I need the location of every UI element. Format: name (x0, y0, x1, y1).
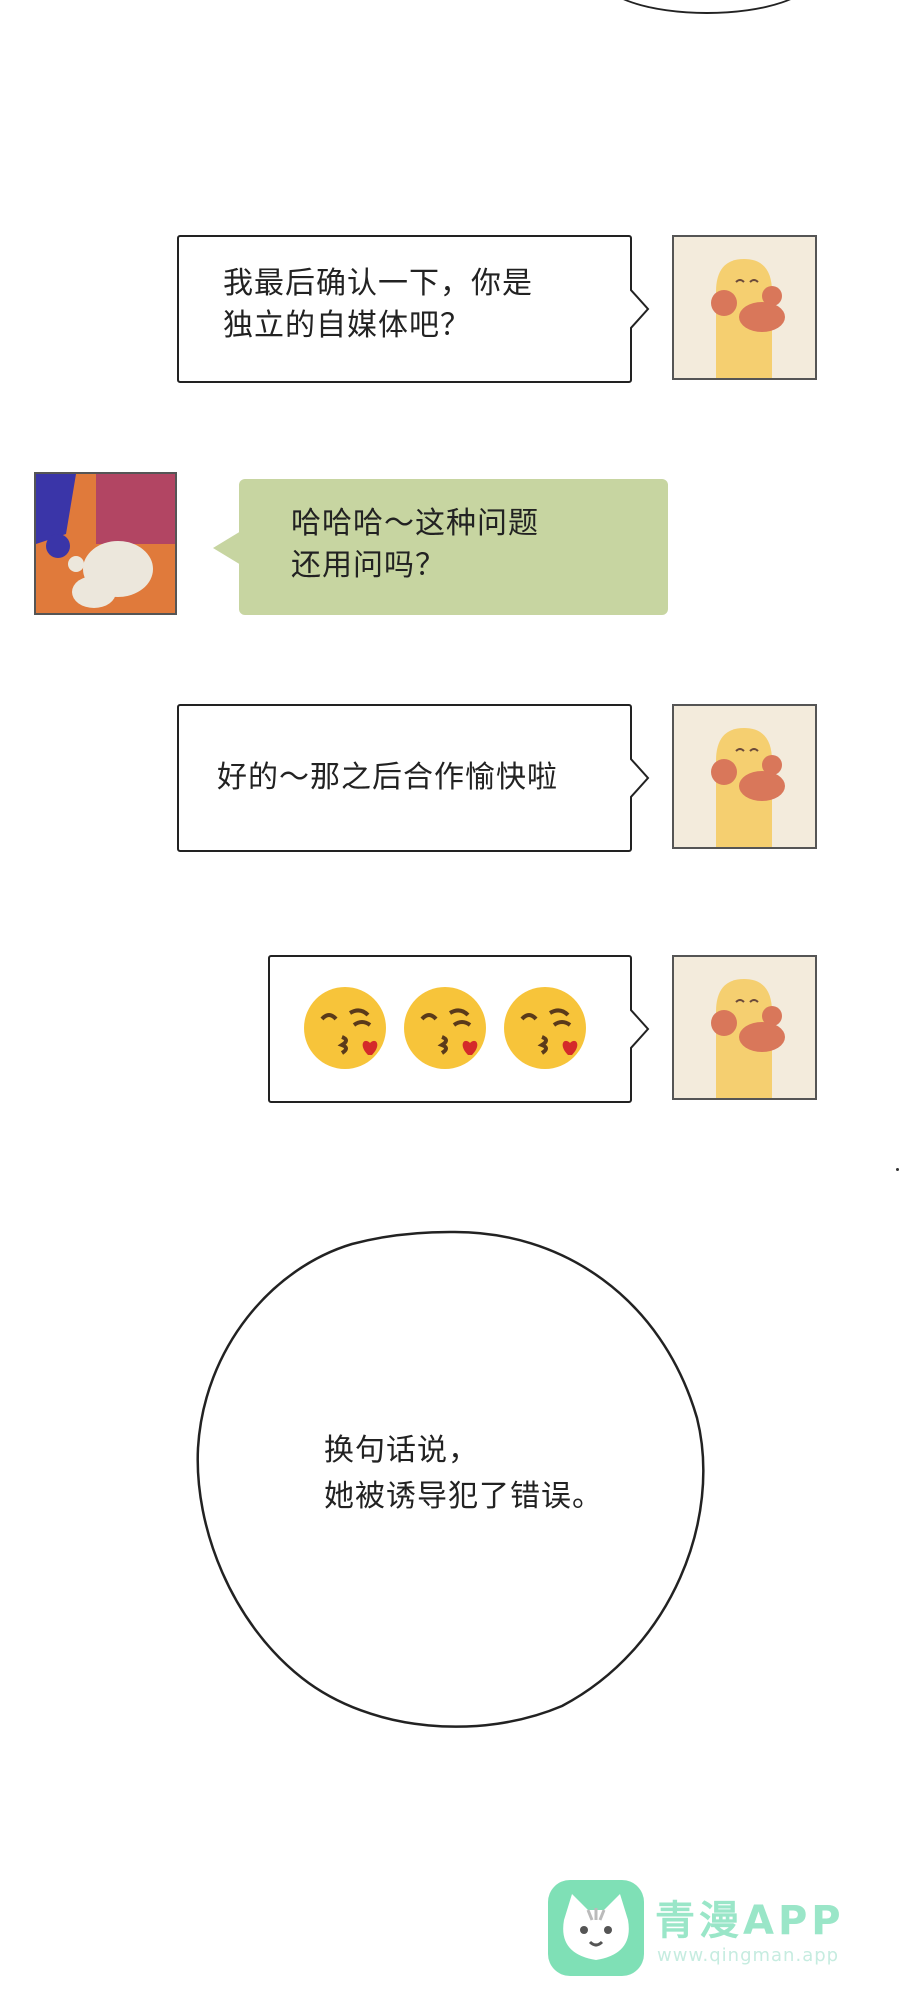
message-bubble-outgoing: 好的～那之后合作愉快啦 (177, 704, 650, 852)
message-bubble-outgoing: 我最后确认一下，你是 独立的自媒体吧？ (177, 235, 650, 383)
message-text-line: 还用问吗？ (291, 548, 446, 583)
yellow-figure-icon (674, 706, 815, 847)
kissing-face-with-heart-icon (404, 987, 486, 1069)
qingman-app-logo (548, 1880, 644, 1976)
bubble-tail (213, 531, 241, 565)
bubble-tail (630, 758, 650, 798)
watermark-title: 青漫APP (655, 1898, 845, 1944)
kissing-face-with-heart-icon (504, 987, 586, 1069)
narration-text-line: 她被诱导犯了错误。 (324, 1479, 603, 1514)
message-bubble-outgoing (268, 955, 650, 1103)
avatar-colorful (34, 472, 177, 615)
message-text-line: 好的～那之后合作愉快啦 (217, 760, 558, 795)
avatar-yellow-figure (672, 235, 817, 380)
abstract-avatar-icon (36, 474, 175, 613)
yellow-figure-icon (674, 957, 815, 1098)
ink-speck (896, 1168, 899, 1171)
avatar-yellow-figure (672, 704, 817, 849)
narration-balloon: 换句话说， 她被诱导犯了错误。 (192, 1228, 710, 1733)
kissing-face-with-heart-icon (304, 987, 386, 1069)
watermark-url: www.qingman.app (657, 1945, 840, 1966)
bubble-tail (630, 1009, 650, 1049)
bubble-tail (630, 289, 650, 329)
partial-speech-balloon (600, 0, 814, 14)
message-text-line: 哈哈哈～这种问题 (291, 506, 539, 541)
message-bubble-incoming: 哈哈哈～这种问题 还用问吗？ (213, 479, 668, 615)
message-text-line: 我最后确认一下，你是 (223, 266, 533, 301)
narration-text-line: 换句话说， (324, 1433, 479, 1468)
yellow-figure-icon (674, 237, 815, 378)
avatar-yellow-figure (672, 955, 817, 1100)
cat-face-icon (563, 1894, 629, 1960)
message-text-line: 独立的自媒体吧？ (223, 308, 471, 343)
